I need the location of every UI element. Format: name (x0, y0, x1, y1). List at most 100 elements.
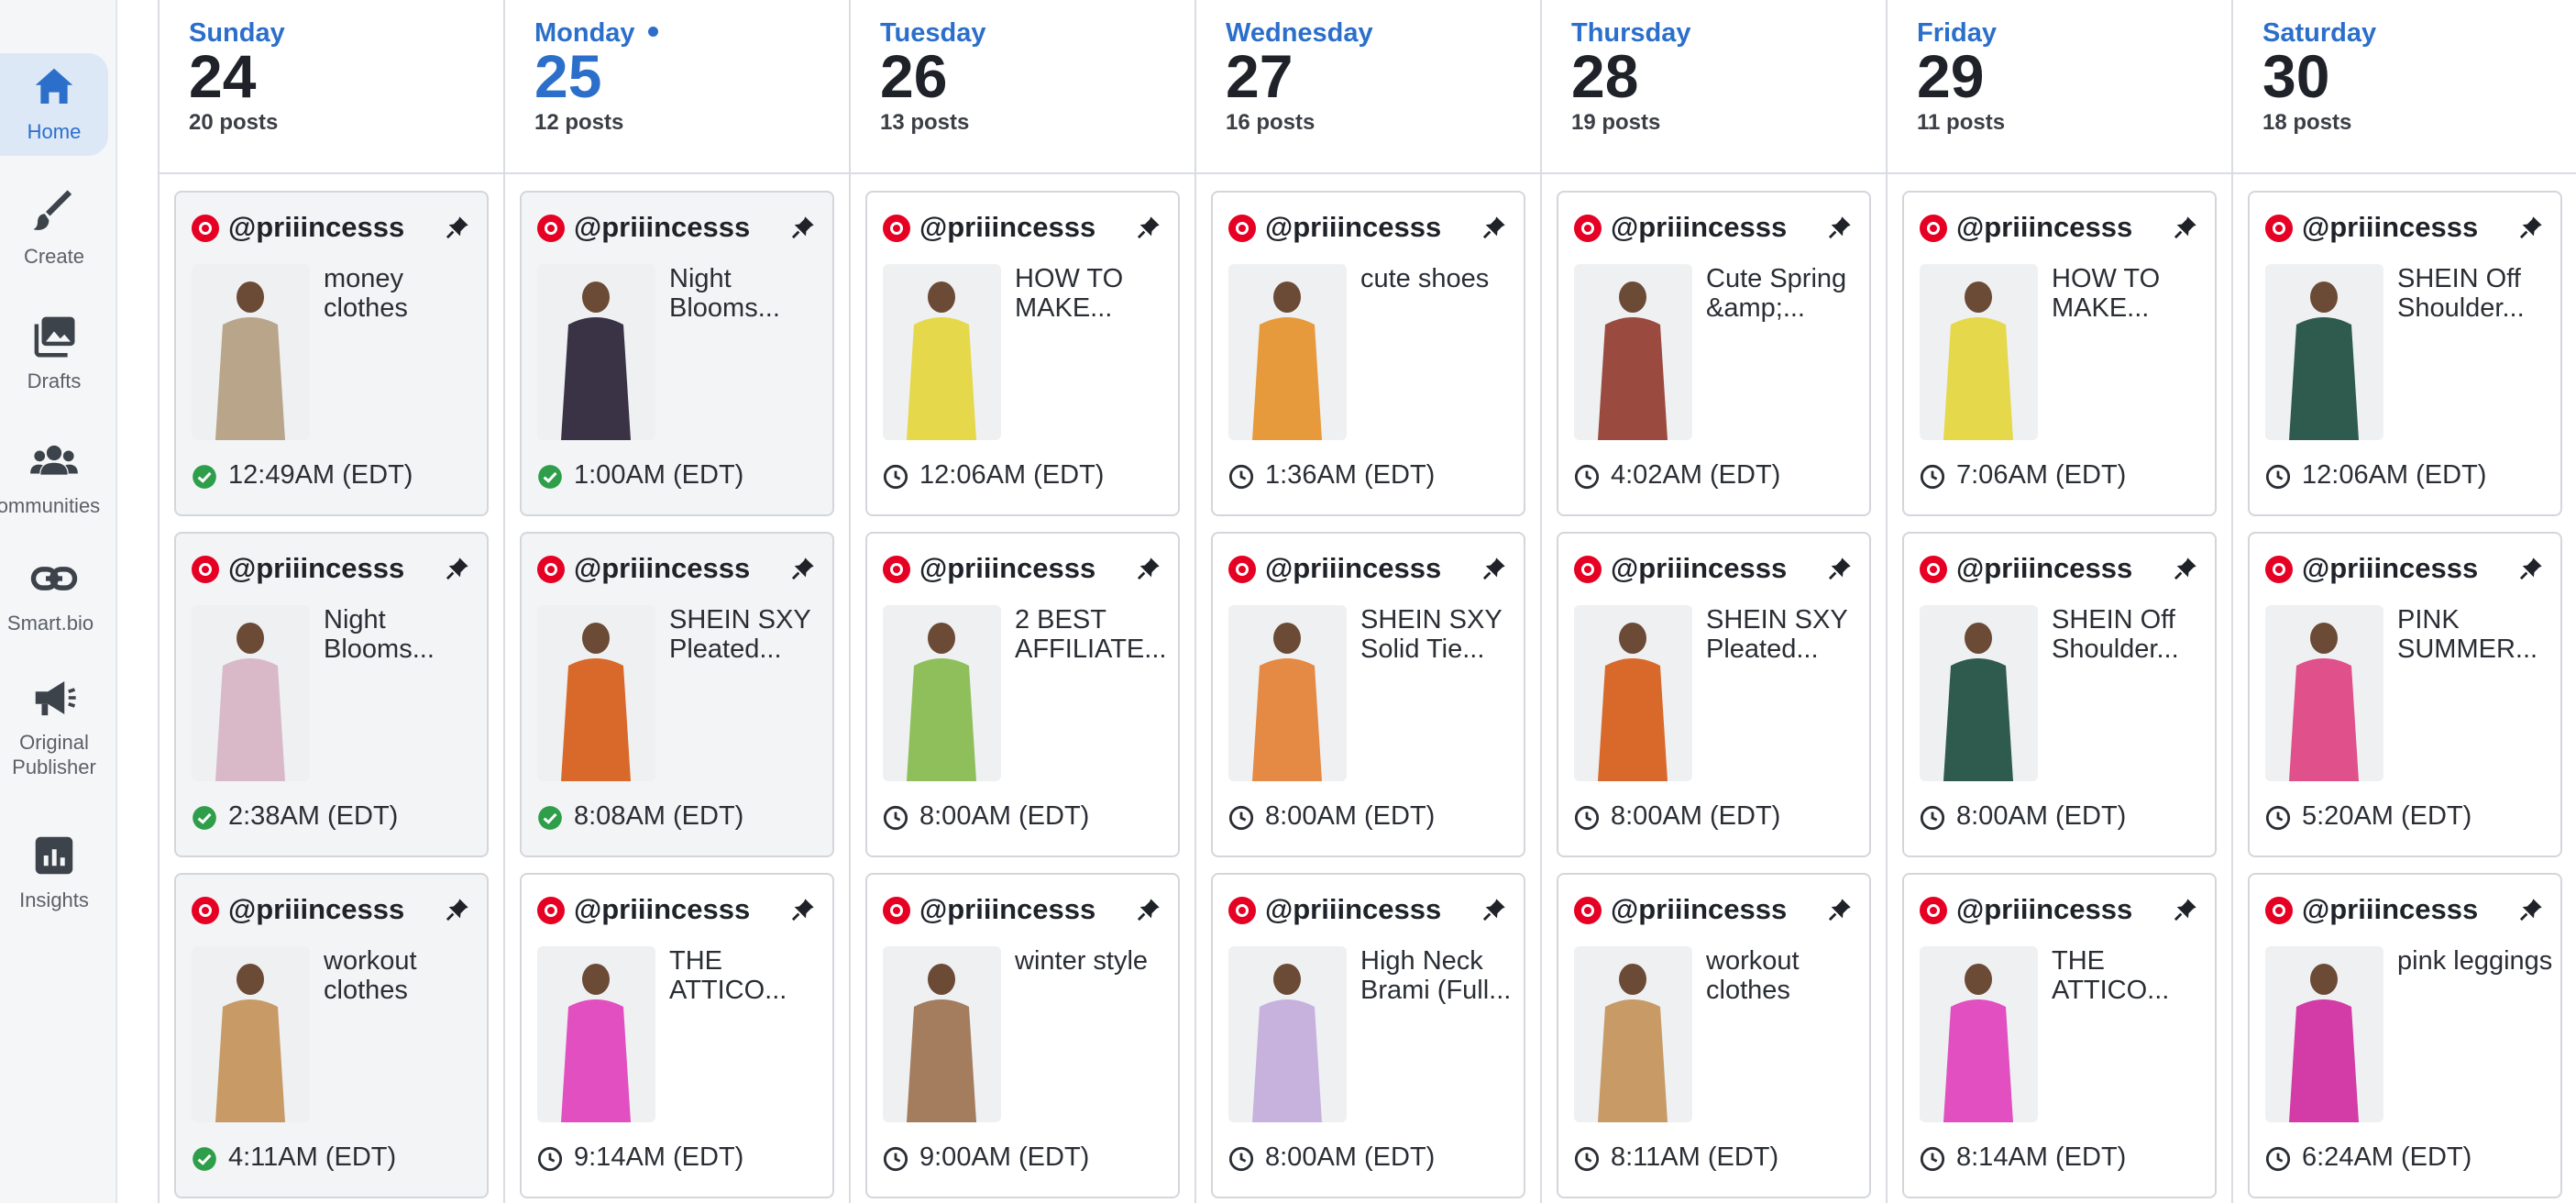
post-card[interactable]: @priiincesss Cute Spring &amp;... 4:02AM (… (1557, 191, 1871, 516)
account-handle: @priiincesss (2302, 211, 2479, 243)
day-header[interactable]: Tuesday 26 13 posts (851, 0, 1194, 174)
account-handle: @priiincesss (1956, 552, 2133, 584)
sidebar-item-smartbio[interactable]: Smart.bio (0, 545, 108, 647)
post-card[interactable]: @priiincesss SHEIN SXY Solid Tie... 8:00AM… (1211, 532, 1525, 857)
sidebar-item-label: Original Publisher (12, 731, 96, 778)
day-number: 24 (189, 42, 257, 110)
post-thumbnail (537, 946, 655, 1122)
post-card[interactable]: @priiincesss winter style 9:00AM (EDT) (865, 873, 1180, 1198)
day-column-sunday: Sunday 24 20 posts @priiincesss money clothe… (160, 0, 505, 1203)
account-handle: @priiincesss (574, 552, 751, 584)
pushpin-icon[interactable] (790, 897, 816, 922)
pushpin-icon[interactable] (1481, 897, 1507, 922)
account-handle: @priiincesss (1956, 893, 2133, 925)
post-card[interactable]: @priiincesss cute shoes 1:36AM (EDT) (1211, 191, 1525, 516)
pushpin-icon[interactable] (1136, 556, 1161, 581)
day-number: 27 (1226, 42, 1294, 110)
post-card[interactable]: @priiincesss HOW TO MAKE... 12:06AM (EDT) (865, 191, 1180, 516)
post-time: 8:00AM (EDT) (1956, 801, 2127, 831)
account-handle: @priiincesss (574, 211, 751, 243)
post-card[interactable]: @priiincesss PINK SUMMER... 5:20AM (EDT) (2248, 532, 2562, 857)
pushpin-icon[interactable] (2518, 215, 2544, 240)
post-title: winter style (1015, 946, 1149, 976)
sidebar-item-home[interactable]: Home (0, 53, 108, 156)
pushpin-icon[interactable] (2173, 215, 2198, 240)
pushpin-icon[interactable] (1827, 215, 1853, 240)
account-handle: @priiincesss (1265, 893, 1442, 925)
clock-icon (1920, 1146, 1945, 1172)
post-card[interactable]: @priiincesss Night Blooms... 2:38AM (EDT) (174, 532, 489, 857)
account-handle: @priiincesss (1611, 893, 1788, 925)
clock-icon (1228, 805, 1254, 831)
post-time: 4:11AM (EDT) (228, 1142, 397, 1172)
pinterest-icon (192, 556, 219, 583)
day-header[interactable]: Saturday 30 18 posts (2233, 0, 2576, 174)
post-card[interactable]: @priiincesss Night Blooms... 1:00AM (EDT) (520, 191, 834, 516)
day-column-tuesday: Tuesday 26 13 posts @priiincesss HOW TO MAKE… (851, 0, 1196, 1203)
pushpin-icon[interactable] (445, 215, 470, 240)
sidebar-item-original-publisher[interactable]: Original Publisher (0, 664, 108, 792)
post-title: PINK SUMMER... (2397, 605, 2538, 664)
pinterest-icon (883, 897, 910, 924)
day-header[interactable]: Wednesday 27 16 posts (1196, 0, 1540, 174)
post-time: 8:08AM (EDT) (574, 801, 744, 831)
pushpin-icon[interactable] (2518, 556, 2544, 581)
pushpin-icon[interactable] (1481, 215, 1507, 240)
post-title: SHEIN SXY Solid Tie... (1360, 605, 1503, 664)
post-time: 8:00AM (EDT) (1611, 801, 1781, 831)
day-header[interactable]: Friday 29 11 posts (1888, 0, 2231, 174)
post-thumbnail (883, 264, 1001, 440)
pushpin-icon[interactable] (1136, 897, 1161, 922)
pinterest-icon (883, 215, 910, 242)
post-card[interactable]: @priiincesss SHEIN Off Shoulder... 8:00AM … (1902, 532, 2217, 857)
post-count: 11 posts (1917, 110, 2006, 135)
post-card[interactable]: @priiincesss 2 BEST AFFILIATE... 8:00AM (E… (865, 532, 1180, 857)
post-thumbnail (2265, 946, 2383, 1122)
pushpin-icon[interactable] (2173, 556, 2198, 581)
post-time: 9:00AM (EDT) (919, 1142, 1090, 1172)
account-handle: @priiincesss (1611, 552, 1788, 584)
post-card[interactable]: @priiincesss money clothes 12:49AM (EDT) (174, 191, 489, 516)
post-time: 9:14AM (EDT) (574, 1142, 744, 1172)
clock-icon (537, 1146, 563, 1172)
pushpin-icon[interactable] (445, 897, 470, 922)
day-number: 28 (1571, 42, 1639, 110)
pushpin-icon[interactable] (790, 215, 816, 240)
sidebar-item-drafts[interactable]: Drafts (0, 303, 108, 405)
post-thumbnail (1920, 264, 2038, 440)
day-header[interactable]: Thursday 28 19 posts (1542, 0, 1886, 174)
pushpin-icon[interactable] (790, 556, 816, 581)
day-header[interactable]: Monday 25 12 posts (505, 0, 849, 174)
day-header[interactable]: Sunday 24 20 posts (160, 0, 503, 174)
check-circle-icon (538, 806, 562, 830)
post-card[interactable]: @priiincesss SHEIN SXY Pleated... 8:08AM (… (520, 532, 834, 857)
pushpin-icon[interactable] (2173, 897, 2198, 922)
week-calendar: Sunday 24 20 posts @priiincesss money clothe… (158, 0, 2576, 1203)
sidebar-item-create[interactable]: Create (0, 178, 108, 281)
pushpin-icon[interactable] (1136, 215, 1161, 240)
post-card[interactable]: @priiincesss THE ATTICO... 9:14AM (EDT) (520, 873, 834, 1198)
clock-icon (883, 464, 908, 490)
post-card[interactable]: @priiincesss High Neck Brami (Full... 8:00… (1211, 873, 1525, 1198)
pushpin-icon[interactable] (1481, 556, 1507, 581)
post-card[interactable]: @priiincesss workout clothes 4:11AM (EDT) (174, 873, 489, 1198)
pushpin-icon[interactable] (445, 556, 470, 581)
post-card[interactable]: @priiincesss HOW TO MAKE... 7:06AM (EDT) (1902, 191, 2217, 516)
pinterest-icon (537, 556, 565, 583)
post-card[interactable]: @priiincesss workout clothes 8:11AM (EDT) (1557, 873, 1871, 1198)
post-title: workout clothes (324, 946, 417, 1005)
pushpin-icon[interactable] (1827, 897, 1853, 922)
post-card[interactable]: @priiincesss pink leggings 6:24AM (EDT) (2248, 873, 2562, 1198)
clock-icon (2265, 805, 2291, 831)
post-card[interactable]: @priiincesss THE ATTICO... 8:14AM (EDT) (1902, 873, 2217, 1198)
pushpin-icon[interactable] (2518, 897, 2544, 922)
pinterest-icon (1228, 897, 1256, 924)
pinterest-icon (1228, 556, 1256, 583)
sidebar-item-communities[interactable]: Communities (0, 427, 108, 530)
post-card[interactable]: @priiincesss SHEIN Off Shoulder... 12:06AM… (2248, 191, 2562, 516)
sidebar-item-insights[interactable]: Insights (0, 822, 108, 924)
pushpin-icon[interactable] (1827, 556, 1853, 581)
post-card[interactable]: @priiincesss SHEIN SXY Pleated... 8:00AM (… (1557, 532, 1871, 857)
check-circle-icon (193, 1147, 216, 1171)
account-handle: @priiincesss (228, 893, 405, 925)
